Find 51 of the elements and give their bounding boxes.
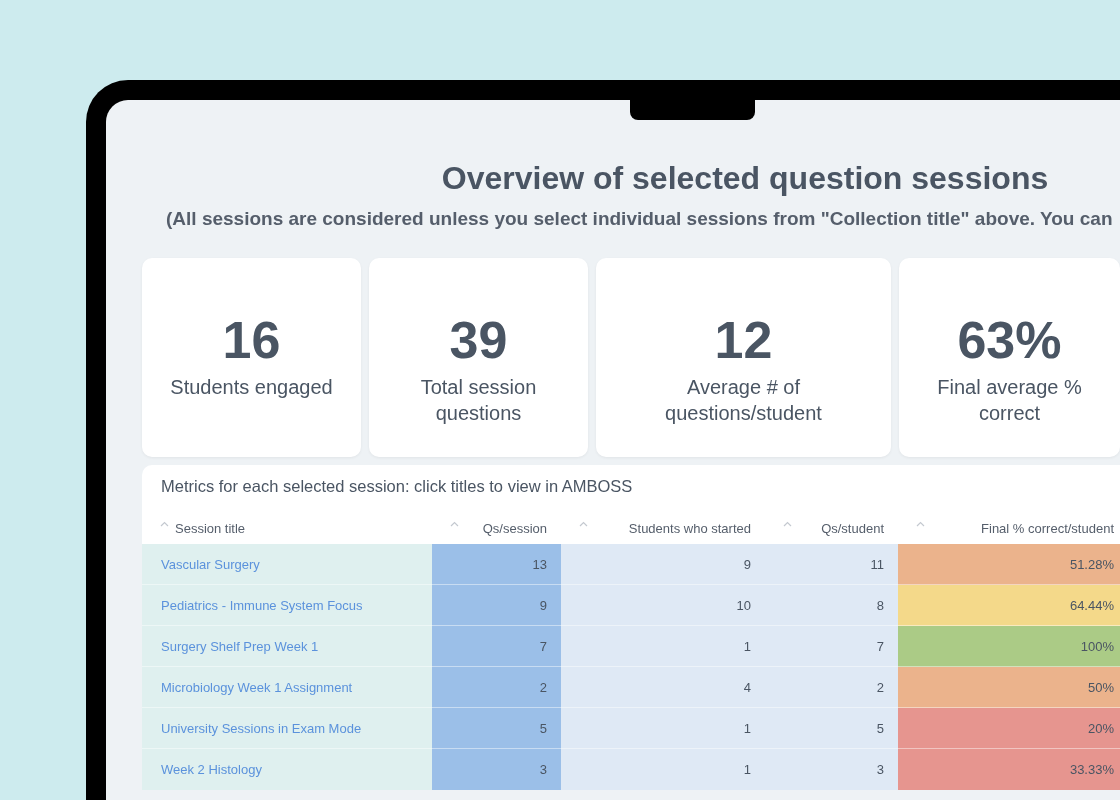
column-header[interactable]: Session title [175, 520, 246, 536]
stat-value: 63% [957, 310, 1062, 370]
stat-value: 12 [714, 310, 773, 370]
stat-label: Total session questions [419, 375, 538, 426]
session-link[interactable]: Surgery Shelf Prep Week 1 [161, 638, 319, 654]
table-cell: 3 [765, 748, 898, 790]
table-cell: 2 [432, 666, 561, 708]
table-cell: 7 [432, 625, 561, 667]
stat-label: Students engaged [169, 375, 334, 400]
table-cell: 5 [432, 707, 561, 749]
session-link[interactable]: Week 2 Histology [161, 761, 262, 777]
column-header[interactable]: Final % correct/student [981, 520, 1114, 536]
table-cell: 51.28% [898, 543, 1120, 585]
table-cell: 1 [561, 748, 765, 790]
table-cell: 2 [765, 666, 898, 708]
session-link[interactable]: Microbiology Week 1 Assignment [161, 679, 353, 695]
stat-label: Average # of questions/student [664, 375, 823, 426]
table-cell: 5 [765, 707, 898, 749]
session-link[interactable]: Pediatrics - Immune System Focus [161, 597, 363, 613]
sort-icon[interactable] [916, 521, 925, 527]
session-link[interactable]: Vascular Surgery [161, 556, 260, 572]
column-header[interactable]: Qs/session [482, 520, 547, 536]
stat-value: 16 [222, 310, 281, 370]
page-subtitle: (All sessions are considered unless you select individual sessions from "Collection title" above. You can [166, 208, 1114, 230]
table-cell: 9 [432, 584, 561, 626]
page-title: Overview of selected question sessions [440, 159, 1050, 198]
table-cell: 10 [561, 584, 765, 626]
sort-icon[interactable] [579, 521, 588, 527]
table-cell: 33.33% [898, 748, 1120, 790]
sort-icon[interactable] [450, 521, 459, 527]
column-header[interactable]: Qs/student [821, 520, 884, 536]
stat-value: 39 [449, 310, 508, 370]
table-cell: 13 [432, 543, 561, 585]
column-header[interactable]: Students who started [628, 520, 751, 536]
sort-icon[interactable] [160, 521, 169, 527]
table-cell: 7 [765, 625, 898, 667]
table-cell: 64.44% [898, 584, 1120, 626]
table-cell: 4 [561, 666, 765, 708]
stat-label: Final average % correct [936, 375, 1083, 426]
table-cell: 20% [898, 707, 1120, 749]
table-cell: 50% [898, 666, 1120, 708]
table-heading: Metrics for each selected session: click titles to view in AMBOSS [160, 476, 634, 497]
table-cell: 1 [561, 707, 765, 749]
table-cell: 11 [765, 543, 898, 585]
table-cell: 100% [898, 625, 1120, 667]
table-cell: 1 [561, 625, 765, 667]
session-link[interactable]: University Sessions in Exam Mode [161, 720, 362, 736]
sort-icon[interactable] [783, 521, 792, 527]
table-cell: 9 [561, 543, 765, 585]
table-cell: 8 [765, 584, 898, 626]
table-cell: 3 [432, 748, 561, 790]
